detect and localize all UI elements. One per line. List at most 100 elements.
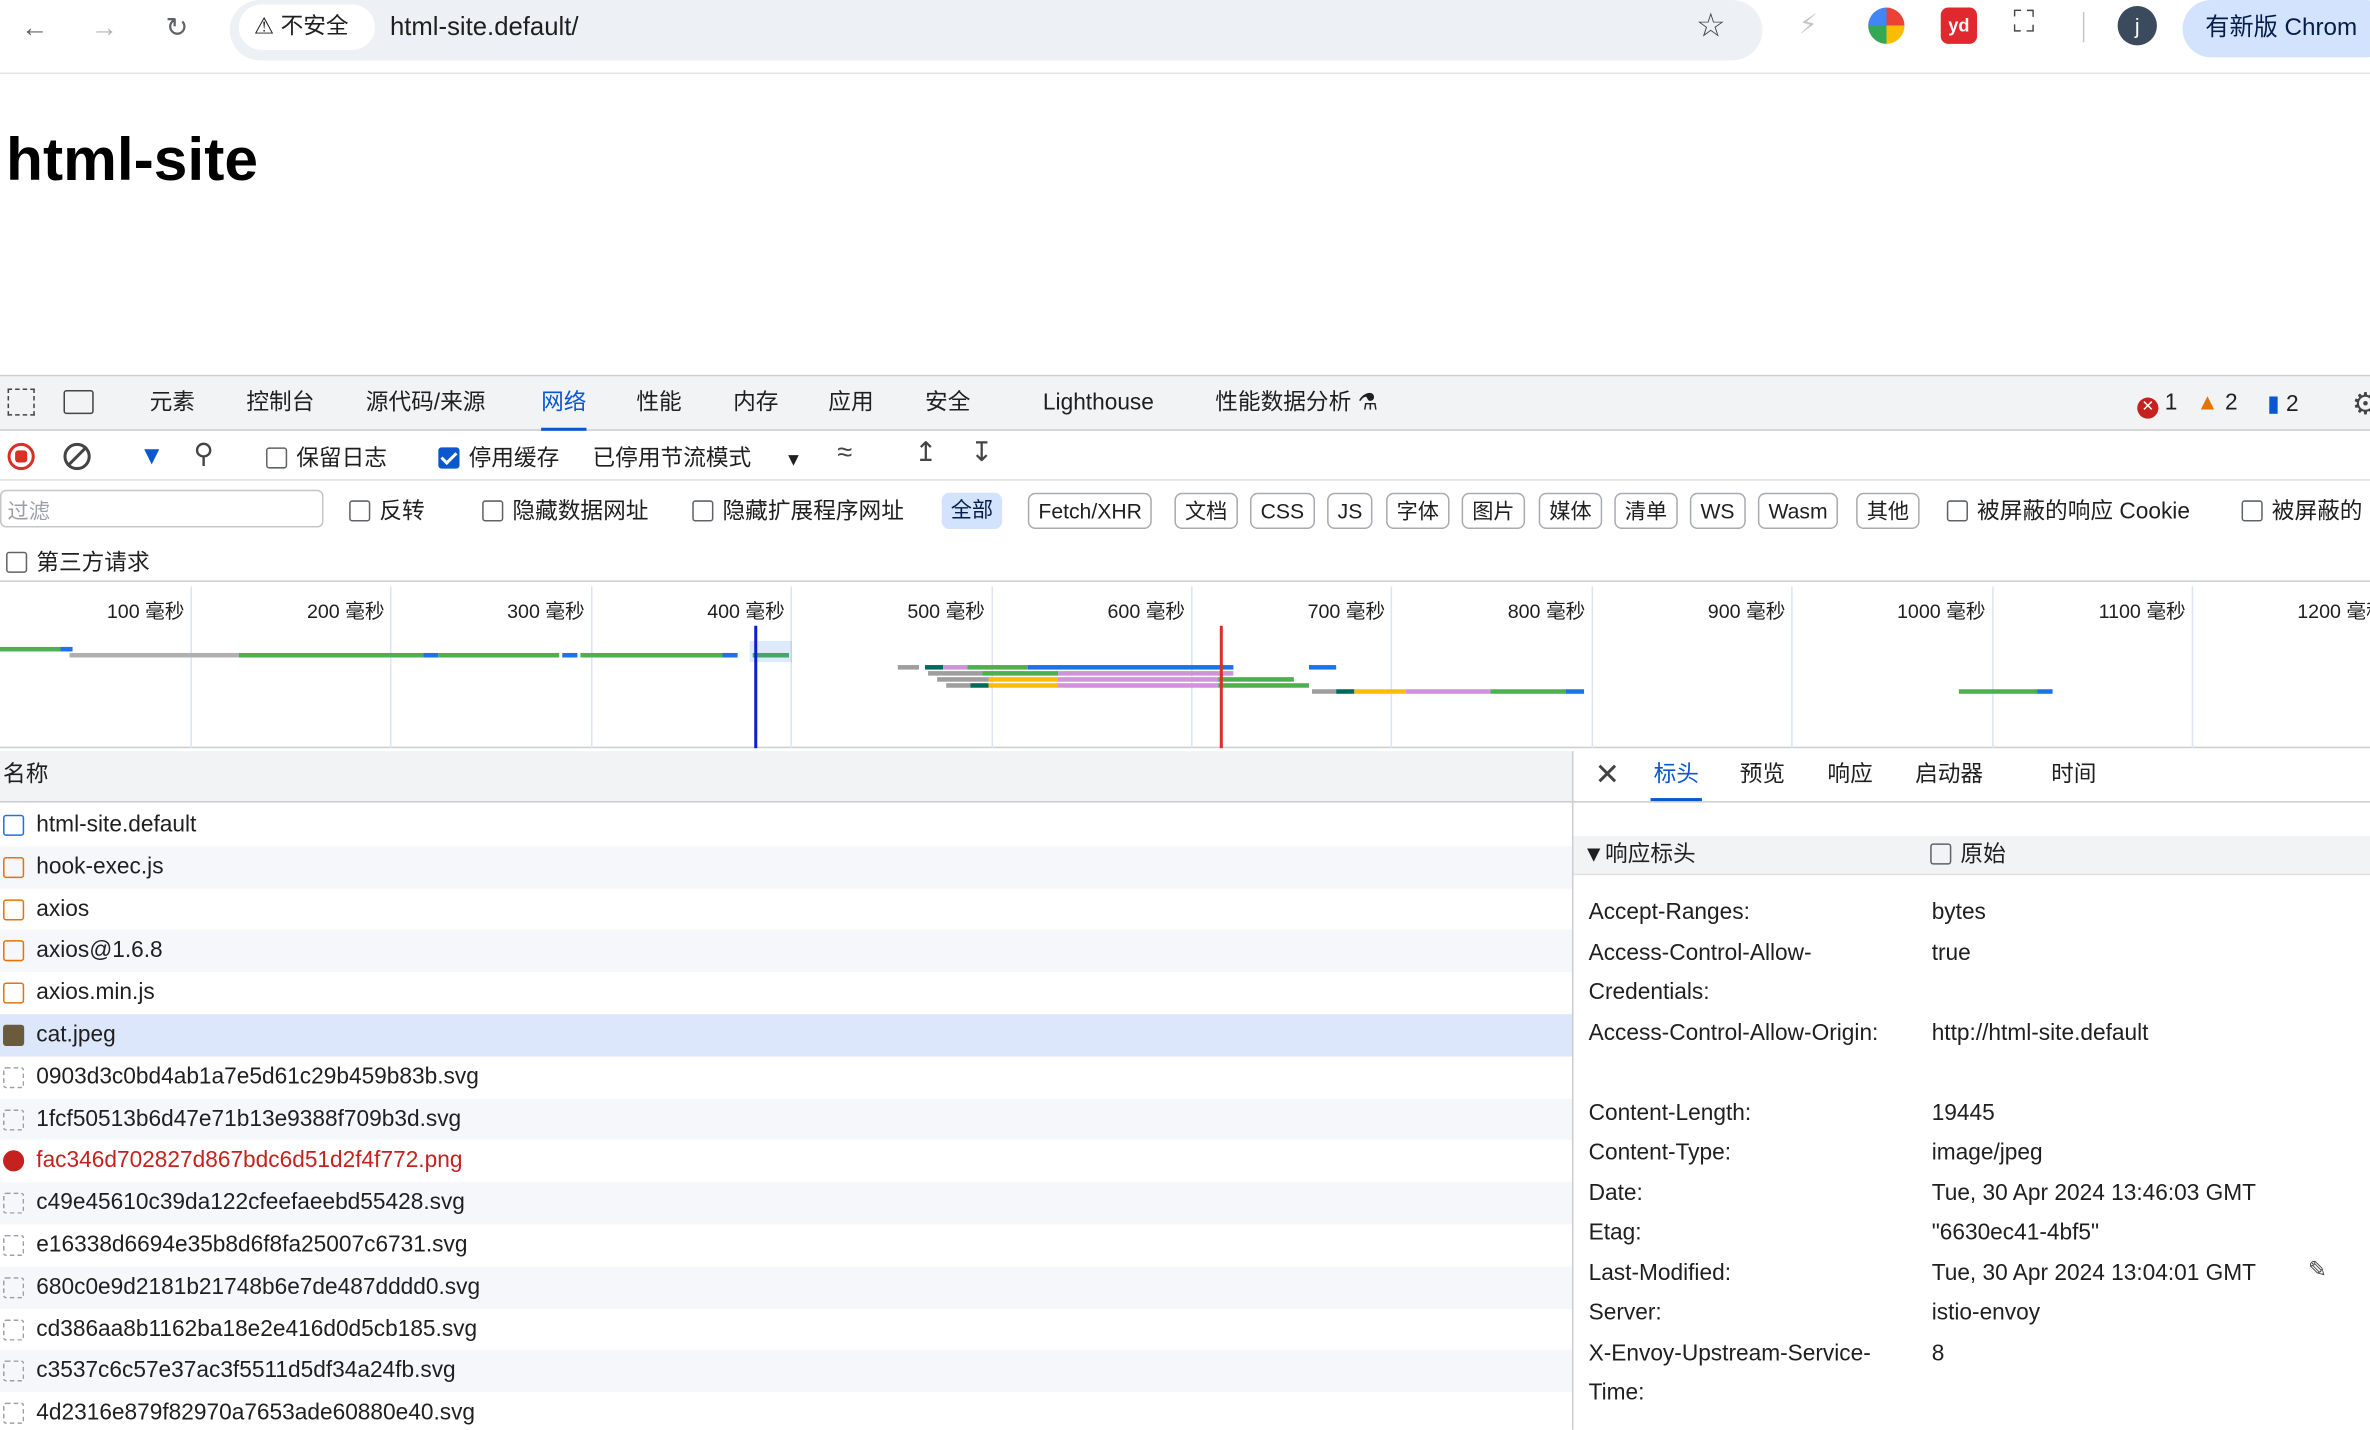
hide-data-urls-checkbox[interactable]: 隐藏数据网址 bbox=[482, 494, 648, 526]
warning-counter[interactable]: ▲ 2 bbox=[2196, 390, 2237, 416]
warning-count: 2 bbox=[2224, 389, 2238, 416]
raw-box[interactable] bbox=[1930, 843, 1952, 865]
close-icon[interactable]: ✕ bbox=[1595, 751, 1620, 801]
request-row[interactable]: axios.min.js bbox=[0, 972, 1572, 1014]
third-party-checkbox[interactable]: 第三方请求 bbox=[6, 546, 150, 578]
detail-tab-headers[interactable]: 标头 bbox=[1650, 751, 1702, 802]
settings-gear-icon[interactable]: ⚙ bbox=[2352, 385, 2370, 423]
filter-chip-all[interactable]: 全部 bbox=[941, 492, 1003, 530]
hide-ext-urls-checkbox[interactable]: 隐藏扩展程序网址 bbox=[692, 494, 904, 526]
detail-tab-initiator[interactable]: 启动器 bbox=[1915, 751, 1983, 801]
filter-chip-media[interactable]: 媒体 bbox=[1538, 492, 1603, 530]
tab-sources[interactable]: 源代码/来源 bbox=[366, 376, 486, 430]
blocked-requests-checkbox[interactable]: 被屏蔽的 bbox=[2241, 494, 2362, 526]
blocked-cookies-box[interactable] bbox=[1946, 500, 1968, 522]
blocked-cookies-checkbox[interactable]: 被屏蔽的响应 Cookie bbox=[1946, 494, 2190, 526]
tab-memory[interactable]: 内存 bbox=[733, 376, 778, 430]
detail-tab-preview[interactable]: 预览 bbox=[1740, 751, 1785, 801]
filter-chip-font[interactable]: 字体 bbox=[1386, 492, 1450, 530]
detail-tab-response[interactable]: 响应 bbox=[1827, 751, 1872, 801]
extensions-puzzle-icon[interactable]: ⛶ bbox=[2013, 6, 2034, 41]
blocked-requests-box[interactable] bbox=[2241, 500, 2263, 522]
request-row[interactable]: e16338d6694e35b8d6f8fa25007c6731.svg bbox=[0, 1224, 1572, 1266]
timeline-gridline bbox=[2191, 586, 2194, 749]
detail-tab-timing[interactable]: 时间 bbox=[2051, 751, 2096, 801]
lightning-icon[interactable]: ⚡ bbox=[1799, 9, 1818, 41]
device-toolbar-icon[interactable] bbox=[63, 389, 94, 415]
inspect-element-icon[interactable] bbox=[7, 388, 35, 416]
update-chrome-button[interactable]: 有新版 Chrom bbox=[2182, 0, 2370, 58]
tab-application[interactable]: 应用 bbox=[828, 376, 873, 430]
filter-chip-wasm[interactable]: Wasm bbox=[1757, 492, 1839, 530]
waterfall-bar bbox=[1565, 689, 1585, 694]
filter-chip-other[interactable]: 其他 bbox=[1856, 492, 1920, 530]
request-row[interactable]: hook-exec.js bbox=[0, 846, 1572, 889]
tab-network[interactable]: 网络 bbox=[541, 376, 587, 431]
tab-console[interactable]: 控制台 bbox=[246, 376, 314, 430]
filter-chip-js[interactable]: JS bbox=[1327, 492, 1373, 530]
forward-icon[interactable]: → bbox=[88, 11, 121, 44]
filter-chip-img[interactable]: 图片 bbox=[1461, 492, 1526, 530]
column-header-name[interactable]: 名称 bbox=[0, 751, 1572, 803]
filter-chip-css[interactable]: CSS bbox=[1250, 492, 1315, 530]
security-chip[interactable]: ⚠ 不安全 bbox=[238, 4, 375, 50]
request-row[interactable]: 0903d3c0bd4ab1a7e5d61c29b459b83b.svg bbox=[0, 1056, 1572, 1098]
timeline-gridline bbox=[790, 586, 793, 749]
preserve-log-box[interactable] bbox=[266, 447, 288, 469]
filter-chip-doc[interactable]: 文档 bbox=[1174, 492, 1238, 530]
youdao-extension-icon[interactable]: yd bbox=[1940, 7, 1978, 44]
chrome-extension-icon[interactable] bbox=[1868, 7, 1905, 44]
tab-performance[interactable]: 性能 bbox=[636, 376, 681, 430]
profile-avatar[interactable]: j bbox=[2117, 6, 2157, 46]
request-row[interactable]: cat.jpeg bbox=[0, 1014, 1572, 1057]
back-icon[interactable]: ← bbox=[18, 11, 51, 44]
bookmark-star-icon[interactable]: ☆ bbox=[1696, 6, 1726, 45]
request-row[interactable]: c49e45610c39da122cfeefaeebd55428.svg bbox=[0, 1182, 1572, 1225]
third-party-box[interactable] bbox=[6, 551, 28, 573]
record-stop-icon[interactable] bbox=[7, 442, 35, 471]
network-conditions-wifi-icon[interactable]: ≈ bbox=[837, 437, 852, 469]
throttling-select[interactable]: 已停用节流模式 ▼ bbox=[593, 441, 803, 473]
waterfall-overview[interactable]: 100 毫秒 200 毫秒 300 毫秒 400 毫秒 500 毫秒 600 毫秒 700 … bbox=[0, 586, 2370, 749]
tab-lighthouse[interactable]: Lighthouse bbox=[1043, 376, 1154, 430]
raw-checkbox[interactable]: 原始 bbox=[1930, 836, 2006, 875]
export-har-download-icon[interactable]: ↧ bbox=[970, 437, 993, 469]
tab-security[interactable]: 安全 bbox=[925, 376, 970, 430]
message-counter[interactable]: ▮ 2 bbox=[2267, 390, 2298, 417]
request-row[interactable]: cd386aa8b1162ba18e2e416d0d5cb185.svg bbox=[0, 1308, 1572, 1350]
request-row[interactable]: 4d2316e879f82970a7653ade60880e40.svg bbox=[0, 1392, 1572, 1430]
edit-pencil-icon[interactable]: ✎ bbox=[2308, 1256, 2327, 1284]
filter-input[interactable]: 过滤 bbox=[0, 489, 324, 528]
preserve-log-checkbox[interactable]: 保留日志 bbox=[266, 441, 387, 473]
response-headers-section[interactable]: ▼响应标头 原始 bbox=[1573, 835, 2370, 876]
disable-cache-checkbox[interactable]: 停用缓存 bbox=[438, 441, 559, 473]
request-row[interactable]: 680c0e9d2181b21748b6e7de487dddd0.svg bbox=[0, 1266, 1572, 1309]
tab-performance-insights[interactable]: 性能数据分析 ⚗ bbox=[1215, 376, 1378, 430]
request-row[interactable]: axios bbox=[0, 888, 1572, 930]
reload-icon[interactable]: ↻ bbox=[160, 11, 193, 44]
request-row[interactable]: html-site.default bbox=[0, 804, 1572, 846]
timeline-tick-label: 600 毫秒 bbox=[1107, 600, 1186, 623]
url-text[interactable]: html-site.default/ bbox=[390, 12, 579, 42]
hide-ext-urls-box[interactable] bbox=[692, 500, 714, 522]
devtools-panel: 元素 控制台 源代码/来源 网络 性能 内存 应用 安全 Lighthouse … bbox=[0, 374, 2370, 1430]
invert-checkbox[interactable]: 反转 bbox=[349, 494, 425, 526]
clear-icon[interactable] bbox=[63, 442, 91, 471]
disable-cache-box[interactable] bbox=[438, 447, 460, 469]
request-row[interactable]: axios@1.6.8 bbox=[0, 930, 1572, 973]
search-icon[interactable]: ⚲ bbox=[193, 438, 213, 470]
svg-file-icon bbox=[3, 1402, 25, 1425]
invert-box[interactable] bbox=[349, 500, 371, 522]
request-row[interactable]: fac346d702827d867bdc6d51d2f4f772.png bbox=[0, 1140, 1572, 1182]
hide-data-urls-box[interactable] bbox=[482, 500, 504, 522]
tab-elements[interactable]: 元素 bbox=[150, 376, 195, 430]
import-har-upload-icon[interactable]: ↥ bbox=[914, 437, 937, 469]
waterfall-bar bbox=[423, 652, 439, 658]
filter-funnel-icon[interactable]: ▼ bbox=[139, 441, 164, 471]
filter-chip-ws[interactable]: WS bbox=[1689, 492, 1746, 530]
request-row[interactable]: 1fcf50513b6d47e71b13e9388f709b3d.svg bbox=[0, 1098, 1572, 1141]
request-row[interactable]: c3537c6c57e37ac3f5511d5df34a24fb.svg bbox=[0, 1350, 1572, 1393]
error-counter[interactable]: ✕ 1 bbox=[2137, 390, 2177, 419]
filter-chip-manifest[interactable]: 清单 bbox=[1614, 492, 1678, 530]
filter-chip-fetch-xhr[interactable]: Fetch/XHR bbox=[1027, 492, 1153, 530]
